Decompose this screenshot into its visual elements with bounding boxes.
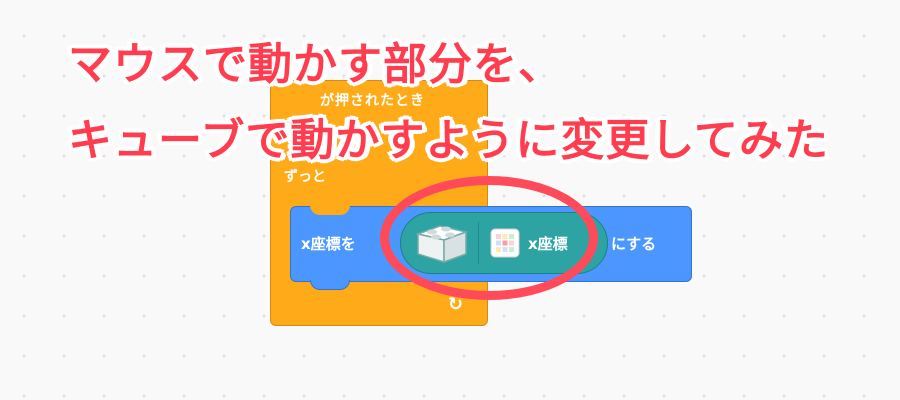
reporter-label: x座標: [528, 235, 568, 253]
scripts-workspace[interactable]: が押されたとき ずっと ↻ x座標を にする x座標 マウスで動かす部分を、 キ…: [0, 0, 900, 400]
reporter-divider: [478, 222, 479, 264]
caption-line-2: キューブで動かすように変更してみた: [68, 115, 830, 166]
block-tab: [310, 280, 350, 290]
color-palette-icon: [490, 228, 520, 258]
block-notch: [310, 205, 350, 215]
cube-icon: [410, 218, 474, 268]
forever-label: ずっと: [284, 169, 326, 185]
loop-arrow-icon: ↻: [448, 294, 464, 315]
set-x-label: x座標を: [301, 235, 356, 253]
set-x-suffix: にする: [611, 235, 657, 253]
caption-line-1: マウスで動かす部分を、: [68, 39, 563, 90]
